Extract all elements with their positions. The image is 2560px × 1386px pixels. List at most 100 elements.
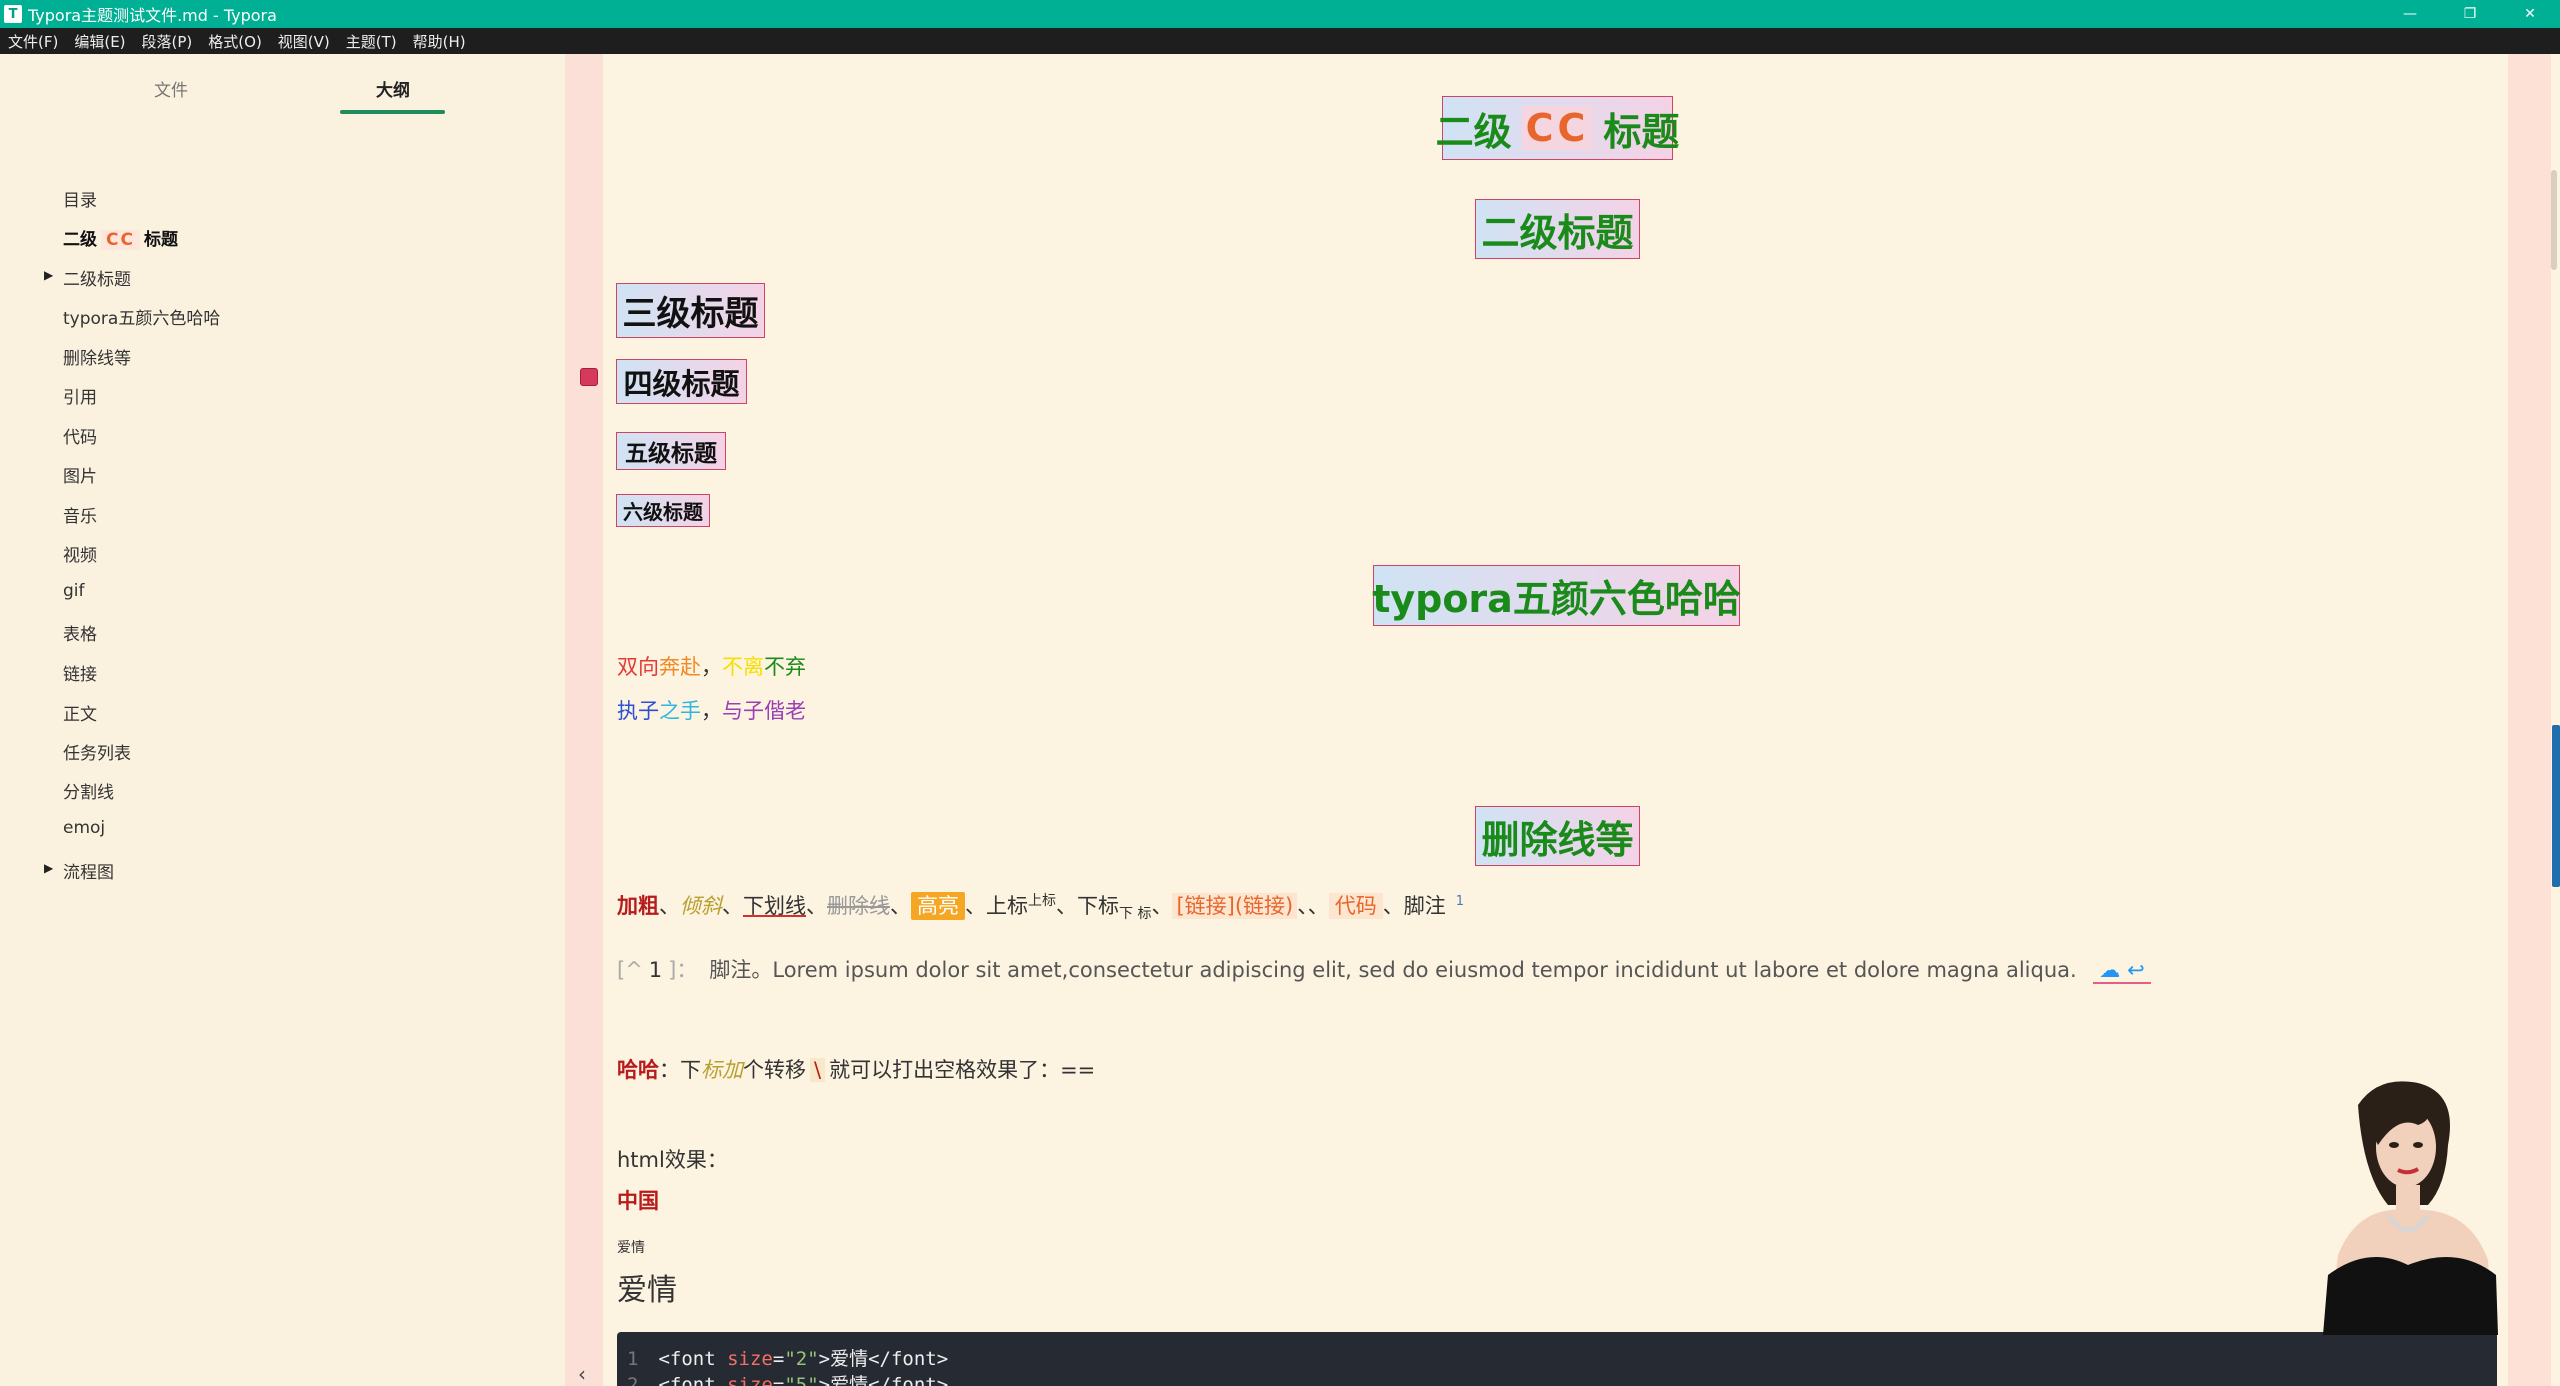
heading-strike[interactable]: 删除线等 (1475, 806, 1640, 866)
tab-outline[interactable]: 大纲 (376, 76, 410, 101)
code-block[interactable]: 1 <font size="2">爱情</font> 2 <font size="5… (617, 1332, 2497, 1386)
footnote-text: 脚注 (1403, 894, 1446, 918)
bold-text: 加粗 (617, 894, 659, 918)
footnote-back-link[interactable]: ☁ ↩ (2093, 958, 2151, 984)
outline-item-emoji[interactable]: emoj (63, 818, 105, 838)
outline-item-video[interactable]: 视频 (63, 541, 97, 566)
italic-text: 标加 (701, 1058, 743, 1082)
scrollbar-thumb[interactable] (2551, 170, 2557, 270)
separator: 、 (890, 894, 911, 918)
window-controls: — ❐ ✕ (2380, 0, 2560, 28)
heading-h2-cc[interactable]: 二级 CC 标题 (1436, 96, 1679, 160)
menu-format[interactable]: 格式(O) (200, 31, 270, 52)
outline-item-flowchart[interactable]: 流程图 (63, 858, 114, 883)
separator: 、 (1151, 894, 1173, 918)
love-small-text[interactable]: 爱情 (617, 1237, 645, 1257)
outline-item-gif[interactable]: gif (63, 581, 85, 601)
separator: 、 (1056, 894, 1077, 918)
cc-label: CC (101, 230, 140, 250)
outline-item-toc[interactable]: 目录 (63, 186, 97, 211)
heading-h3[interactable]: 三级标题 (616, 283, 765, 338)
code-eq: = (772, 1374, 785, 1386)
typora-app-icon: T (4, 5, 22, 23)
footnote-ref[interactable]: 1 (1456, 894, 1464, 909)
colorful-line-2[interactable]: 执子之手，与子偕老 (617, 695, 806, 725)
superscript-text: 上标 (1028, 893, 1056, 909)
colored-text: 之手 (659, 699, 701, 723)
sub-base-text: 下标 (1077, 894, 1119, 918)
outline-item-colorful[interactable]: typora五颜六色哈哈 (63, 304, 220, 329)
code-tag: <font (658, 1348, 728, 1370)
colorful-line-1[interactable]: 双向奔赴，不离不弃 (617, 651, 806, 681)
html-effect-label[interactable]: html效果： (617, 1144, 728, 1174)
close-button[interactable]: ✕ (2500, 0, 2560, 28)
menu-paragraph[interactable]: 段落(P) (134, 31, 201, 52)
heading-h6[interactable]: 六级标题 (616, 494, 710, 527)
heading-h2[interactable]: 二级标题 (1475, 199, 1640, 259)
love-large-text[interactable]: 爱情 (617, 1265, 677, 1309)
footnote-marker: ]： (668, 958, 698, 982)
expand-arrow-icon[interactable]: ▶ (44, 268, 53, 282)
heading-h4[interactable]: 四级标题 (616, 359, 747, 404)
highlight-text: 高亮 (911, 892, 965, 920)
separator: 、 (965, 894, 986, 918)
outline-item-image[interactable]: 图片 (63, 462, 97, 487)
code-tag: <font (658, 1374, 728, 1386)
menu-file[interactable]: 文件(F) (0, 31, 66, 52)
editor-content[interactable]: 二级 CC 标题 二级标题 三级标题 四级标题 五级标题 六级标题 typora五颜… (603, 54, 2508, 1386)
outline-item-h2-cc[interactable]: 二级 CC 标题 (63, 225, 178, 250)
heading-colorful[interactable]: typora五颜六色哈哈 (1372, 565, 1741, 626)
code-line: 2 <font size="5">爱情</font> (627, 1370, 948, 1386)
menu-help[interactable]: 帮助(H) (405, 31, 474, 52)
outline-item-music[interactable]: 音乐 (63, 502, 97, 527)
outline-item-strike[interactable]: 删除线等 (63, 344, 131, 369)
separator: 、 (1382, 894, 1404, 918)
outline-item-quote[interactable]: 引用 (63, 383, 97, 408)
outline-item-table[interactable]: 表格 (63, 620, 97, 645)
china-text[interactable]: 中国 (617, 1185, 659, 1215)
tab-files[interactable]: 文件 (154, 76, 188, 101)
active-tab-indicator (340, 110, 445, 114)
link-text[interactable]: [链接](链接) (1172, 893, 1298, 919)
colored-text: 执子 (617, 699, 659, 723)
separator: 、 (806, 894, 827, 918)
outline-item-h2[interactable]: 二级标题 (63, 265, 131, 290)
menu-edit[interactable]: 编辑(E) (66, 31, 133, 52)
collapse-sidebar-icon[interactable]: ‹ (578, 1362, 586, 1386)
heading-h5[interactable]: 五级标题 (616, 432, 726, 470)
outline-item-label: 标题 (143, 230, 178, 250)
colored-text: 不弃 (764, 655, 806, 679)
maximize-button[interactable]: ❐ (2440, 0, 2500, 28)
bold-text: 哈哈 (617, 1058, 659, 1082)
scrollbar-indicator[interactable] (2552, 725, 2560, 887)
sidebar: 文件 大纲 目录 二级 CC 标题 ▶ 二级标题 typora五颜六色哈哈 删除线等… (0, 54, 565, 1386)
footnote-definition[interactable]: [^ 1]： 脚注。Lorem ipsum dolor sit amet,conse… (617, 954, 2151, 984)
menu-bar: 文件(F) 编辑(E) 段落(P) 格式(O) 视图(V) 主题(T) 帮助(H… (0, 28, 2560, 54)
line-number: 2 (627, 1374, 639, 1386)
format-line[interactable]: 加粗、倾斜、下划线、删除线、 高亮 、上标上标、下标下 标、 [链接](链接)、、 代码… (617, 890, 1464, 923)
plain-text: ：下 (659, 1058, 701, 1082)
colored-text: 与子偕老 (722, 699, 806, 723)
menu-view[interactable]: 视图(V) (270, 31, 338, 52)
outline-item-divider[interactable]: 分割线 (63, 778, 114, 803)
editor-left-margin (565, 54, 603, 1386)
menu-theme[interactable]: 主题(T) (338, 31, 405, 52)
minimize-button[interactable]: — (2380, 0, 2440, 28)
code-string: "2" (784, 1348, 819, 1370)
footnote-number: 1 (648, 958, 663, 982)
cloud-icon: ☁ (2099, 958, 2121, 982)
escape-line[interactable]: 哈哈：下标加个转移 \ 就可以打出空格效果了：== (617, 1054, 1095, 1084)
expand-arrow-icon[interactable]: ▶ (44, 861, 53, 875)
plain-text: 就可以打出空格效果了：== (829, 1058, 1096, 1082)
outline-item-code[interactable]: 代码 (63, 423, 97, 448)
colored-text: ， (701, 655, 722, 679)
italic-text: 倾斜 (680, 894, 722, 918)
bookmark-icon[interactable] (580, 368, 598, 386)
separator: 、、 (1297, 894, 1329, 918)
outline-item-tasks[interactable]: 任务列表 (63, 739, 131, 764)
outline-item-body[interactable]: 正文 (63, 700, 97, 725)
outline-item-link[interactable]: 链接 (63, 660, 97, 685)
escape-char: \ (810, 1058, 826, 1082)
colored-text: 双向 (617, 655, 659, 679)
footnote-marker: [^ (617, 958, 643, 982)
